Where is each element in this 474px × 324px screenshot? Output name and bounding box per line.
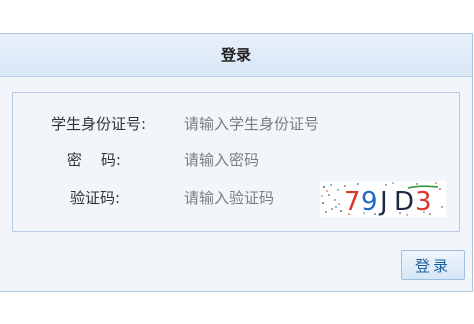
svg-text:7: 7 <box>344 187 361 217</box>
student-id-label: 学生身份证号: <box>50 115 146 133</box>
captcha-label: 验证码: <box>69 189 120 207</box>
svg-text:3: 3 <box>415 187 432 217</box>
captcha-input[interactable]: 请输入验证码 <box>184 186 274 210</box>
panel-title: 登录 <box>0 34 472 77</box>
password-label: 密 码: <box>66 151 121 169</box>
svg-text:D: D <box>394 187 414 217</box>
svg-text:J: J <box>378 187 388 217</box>
student-id-input[interactable]: 请输入学生身份证号 <box>184 112 319 136</box>
password-row: 密 码: 请输入密码 <box>0 148 474 172</box>
captcha-image[interactable]: 7 9 J D 3 <box>320 181 446 217</box>
login-button[interactable]: 登录 <box>401 250 465 280</box>
student-id-row: 学生身份证号: 请输入学生身份证号 <box>0 112 474 136</box>
svg-text:9: 9 <box>361 187 378 217</box>
password-input[interactable]: 请输入密码 <box>184 148 259 172</box>
